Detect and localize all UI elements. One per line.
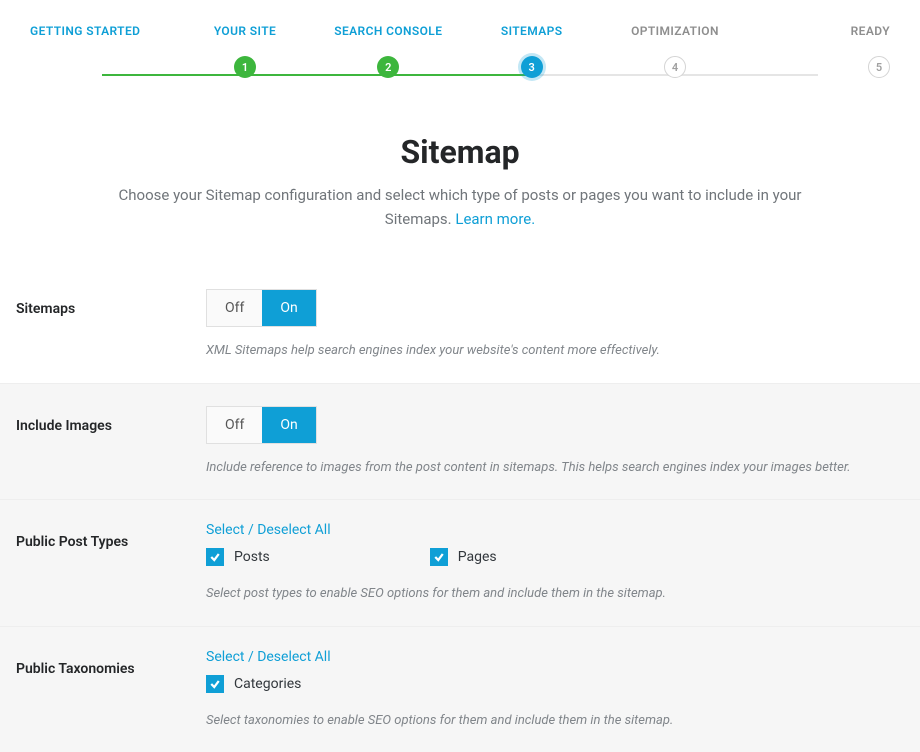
step-label: GETTING STARTED bbox=[30, 24, 173, 38]
step-label: OPTIMIZATION bbox=[603, 24, 746, 38]
checkbox-pages[interactable]: Pages bbox=[430, 548, 497, 566]
images-on-button[interactable]: On bbox=[262, 407, 315, 443]
check-icon bbox=[206, 675, 224, 693]
step-number-icon: 3 bbox=[521, 56, 543, 78]
wizard-stepper: GETTING STARTED YOUR SITE 1 SEARCH CONSO… bbox=[0, 0, 920, 78]
images-toggle: Off On bbox=[206, 406, 317, 444]
section-label: Public Taxonomies bbox=[16, 649, 206, 677]
help-text: Select post types to enable SEO options … bbox=[206, 584, 904, 604]
sitemaps-off-button[interactable]: Off bbox=[207, 290, 262, 326]
step-your-site[interactable]: YOUR SITE 1 bbox=[173, 24, 316, 78]
section-public-post-types: Public Post Types Select / Deselect All … bbox=[0, 499, 920, 626]
help-text: Select taxonomies to enable SEO options … bbox=[206, 711, 904, 731]
check-icon bbox=[206, 548, 224, 566]
sitemaps-on-button[interactable]: On bbox=[262, 290, 315, 326]
step-number-icon: 1 bbox=[234, 56, 256, 78]
step-sitemaps[interactable]: SITEMAPS 3 bbox=[460, 24, 603, 78]
step-label: SEARCH CONSOLE bbox=[317, 24, 460, 38]
help-text: Include reference to images from the pos… bbox=[206, 458, 904, 478]
images-off-button[interactable]: Off bbox=[207, 407, 262, 443]
step-optimization[interactable]: OPTIMIZATION 4 bbox=[603, 24, 746, 78]
section-label: Public Post Types bbox=[16, 522, 206, 550]
checkbox-label: Categories bbox=[234, 676, 301, 692]
sitemaps-toggle: Off On bbox=[206, 289, 317, 327]
page-header: Sitemap Choose your Sitemap configuratio… bbox=[0, 78, 920, 261]
section-label: Include Images bbox=[16, 406, 206, 434]
step-search-console[interactable]: SEARCH CONSOLE 2 bbox=[317, 24, 460, 78]
check-icon bbox=[430, 548, 448, 566]
checkbox-posts[interactable]: Posts bbox=[206, 548, 270, 566]
section-label: Sitemaps bbox=[16, 289, 206, 317]
help-text: XML Sitemaps help search engines index y… bbox=[206, 341, 904, 361]
step-label: SITEMAPS bbox=[460, 24, 603, 38]
page-title: Sitemap bbox=[40, 133, 880, 171]
select-deselect-all-link[interactable]: Select / Deselect All bbox=[206, 522, 331, 538]
select-deselect-all-link[interactable]: Select / Deselect All bbox=[206, 649, 331, 665]
checkbox-categories[interactable]: Categories bbox=[206, 675, 301, 693]
step-label: YOUR SITE bbox=[173, 24, 316, 38]
step-number-icon: 4 bbox=[664, 56, 686, 78]
step-label: READY bbox=[747, 24, 890, 38]
checkbox-label: Pages bbox=[458, 549, 497, 565]
section-public-taxonomies: Public Taxonomies Select / Deselect All … bbox=[0, 626, 920, 752]
section-sitemaps: Sitemaps Off On XML Sitemaps help search… bbox=[0, 267, 920, 383]
step-ready[interactable]: READY 5 bbox=[747, 24, 890, 78]
checkbox-label: Posts bbox=[234, 549, 270, 565]
section-include-images: Include Images Off On Include reference … bbox=[0, 383, 920, 500]
step-number-icon: 5 bbox=[868, 56, 890, 78]
step-getting-started[interactable]: GETTING STARTED bbox=[30, 24, 173, 78]
page-description: Choose your Sitemap configuration and se… bbox=[100, 183, 820, 231]
learn-more-link[interactable]: Learn more. bbox=[455, 210, 535, 228]
